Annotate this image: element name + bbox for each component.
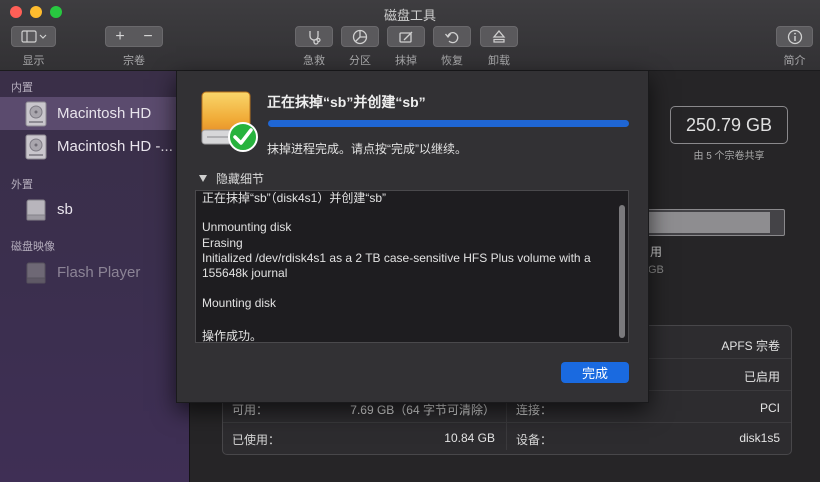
- log-line: 正在抹掉“sb”（disk4s1）并创建“sb”: [202, 191, 387, 205]
- internal-disk-icon: [25, 101, 47, 127]
- firstaid-button[interactable]: [295, 26, 333, 47]
- toolbar: 磁盘工具 显示 + − 宗卷 急救 分区 抹掉 恢复 卸载 简介: [0, 0, 820, 71]
- usage-bar: [645, 209, 785, 236]
- capacity-value: 250.79 GB: [670, 106, 788, 144]
- unmount-label: 卸载: [488, 55, 510, 67]
- done-button[interactable]: 完成: [561, 362, 629, 383]
- sidebar-item-sb[interactable]: sb: [0, 193, 189, 226]
- sidebar-item-label: sb: [57, 201, 73, 218]
- available-value: 7.69 GB（64 字节可清除）: [350, 403, 495, 417]
- device-label: 设备：: [516, 433, 553, 447]
- sidebar-item-macintosh-hd[interactable]: Macintosh HD: [0, 97, 189, 130]
- unmount-button[interactable]: [480, 26, 518, 47]
- sidebar-item-label: Macintosh HD: [57, 105, 152, 122]
- display-button[interactable]: [11, 26, 56, 47]
- used-value: 10.84 GB: [444, 431, 495, 445]
- restore-label: 恢复: [441, 55, 463, 67]
- erase-progress-bar: [268, 120, 629, 127]
- sidebar-item-flash-player[interactable]: Flash Player: [0, 256, 189, 289]
- disk-success-icon: [198, 90, 262, 156]
- log-line: 155648k journal: [202, 266, 288, 280]
- volume-label: 宗卷: [123, 55, 145, 67]
- sidebar: 内置 Macintosh HD Macintosh HD -... 外置 sb …: [0, 71, 190, 482]
- sidebar-item-macintosh-hd-data[interactable]: Macintosh HD -...: [0, 130, 189, 163]
- used-gb-partial: GB: [648, 264, 664, 276]
- sidebar-section-images: 磁盘映像: [11, 241, 55, 253]
- info-button[interactable]: [776, 26, 813, 47]
- partition-button[interactable]: [341, 26, 379, 47]
- erase-button[interactable]: [387, 26, 425, 47]
- restore-button[interactable]: [433, 26, 471, 47]
- disk-image-icon: [25, 260, 47, 286]
- used-label: 已使用：: [232, 433, 281, 447]
- sidebar-section-external: 外置: [11, 179, 33, 191]
- details-toggle-label: 隐藏细节: [216, 172, 265, 186]
- restore-icon: [445, 31, 459, 43]
- internal-disk-icon: [25, 134, 47, 160]
- log-scrollbar[interactable]: [619, 205, 625, 338]
- capacity-subtitle: 由 5 个宗卷共享: [693, 151, 765, 162]
- erase-label: 抹掉: [395, 55, 417, 67]
- external-disk-icon: [25, 197, 47, 223]
- stethoscope-icon: [309, 30, 321, 45]
- log-line: Initialized /dev/rdisk4s1 as a 2 TB case…: [202, 251, 591, 265]
- type-value: APFS 宗卷: [721, 339, 780, 353]
- log-view[interactable]: 正在抹掉“sb”（disk4s1）并创建“sb” Unmounting disk…: [195, 190, 629, 343]
- log-line: Unmounting disk: [202, 220, 292, 234]
- log-line: 操作成功。: [202, 329, 263, 343]
- sidebar-toggle-icon: [20, 30, 46, 43]
- sheet-message: 抹掉进程完成。请点按“完成”以继续。: [267, 142, 467, 156]
- sidebar-section-internal: 内置: [11, 82, 33, 94]
- device-value: disk1s5: [739, 431, 780, 445]
- log-line: Erasing: [202, 236, 243, 250]
- connection-label: 连接：: [516, 403, 553, 417]
- add-volume-button[interactable]: +: [115, 28, 124, 46]
- details-toggle[interactable]: 隐藏细节: [199, 170, 264, 187]
- sidebar-item-label: Flash Player: [57, 264, 141, 281]
- firstaid-label: 急救: [303, 55, 325, 67]
- connection-value: PCI: [759, 401, 780, 415]
- info-label: 简介: [783, 55, 806, 67]
- used-legend-partial: 用: [650, 245, 663, 259]
- remove-volume-button[interactable]: −: [143, 28, 152, 46]
- sidebar-item-label: Macintosh HD -...: [57, 138, 173, 155]
- window-title: 磁盘工具: [383, 8, 436, 23]
- unmount-icon: [492, 29, 506, 43]
- info-icon: [787, 29, 802, 44]
- erase-icon: [399, 31, 413, 43]
- display-label: 显示: [22, 55, 45, 67]
- volume-segment: + −: [105, 26, 163, 47]
- disclosure-triangle-icon: [199, 175, 207, 182]
- available-label: 可用：: [232, 403, 269, 417]
- sheet-title: 正在抹掉“sb”并创建“sb”: [267, 94, 426, 110]
- partition-label: 分区: [349, 55, 371, 67]
- log-line: Mounting disk: [202, 296, 277, 310]
- owners-value: 已启用: [743, 370, 780, 384]
- pie-chart-icon: [352, 29, 368, 44]
